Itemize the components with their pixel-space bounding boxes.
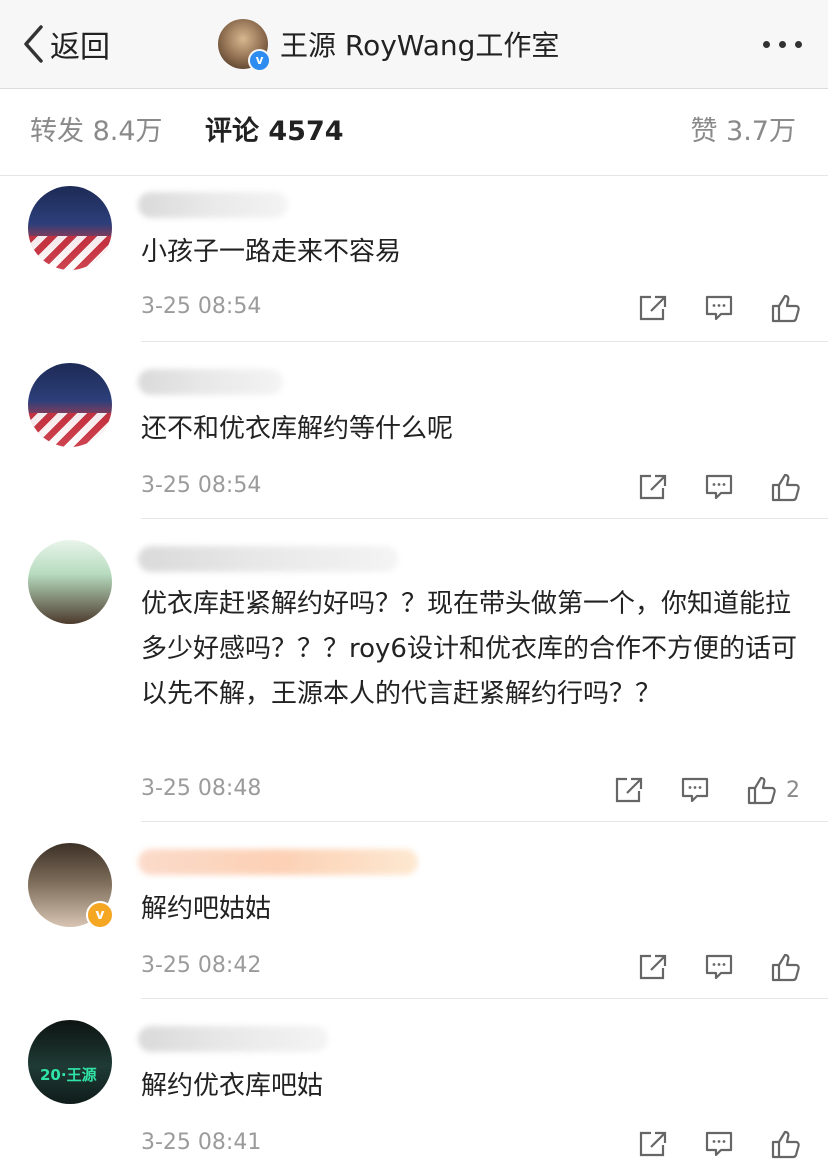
comment-icon[interactable] xyxy=(704,294,734,322)
comment-time: 3-25 08:54 xyxy=(141,294,262,319)
thumbs-up-icon xyxy=(747,776,776,805)
thumbs-up-icon xyxy=(771,294,800,323)
share-icon[interactable] xyxy=(638,1130,668,1158)
comment-actions: 2 xyxy=(614,772,800,808)
comment-actions xyxy=(638,290,800,326)
comment-time: 3-25 08:41 xyxy=(141,1130,262,1155)
comment-icon[interactable] xyxy=(704,1130,734,1158)
more-options-button[interactable] xyxy=(763,34,802,54)
comment-icon[interactable] xyxy=(704,953,734,981)
comment-text: 解约吧姑姑 xyxy=(141,894,272,924)
username-blurred[interactable] xyxy=(138,546,398,572)
comment-text: 解约优衣库吧姑 xyxy=(141,1071,324,1101)
divider xyxy=(141,341,828,342)
avatar-image xyxy=(28,186,112,270)
tab-comments[interactable]: 评论 4574 xyxy=(205,89,344,175)
list-item: 20·王源 解约优衣库吧姑 3-25 08:41 xyxy=(0,1000,828,1165)
divider xyxy=(141,998,828,999)
more-dot-icon xyxy=(763,40,770,48)
avatar[interactable] xyxy=(28,186,112,270)
avatar[interactable] xyxy=(28,363,112,447)
username-blurred[interactable] xyxy=(138,192,288,218)
tab-bar: 转发 8.4万 评论 4574 赞 3.7万 xyxy=(0,89,828,176)
avatar-image: 20·王源 xyxy=(28,1020,112,1104)
comment-time: 3-25 08:42 xyxy=(141,953,262,978)
thumbs-up-icon xyxy=(771,1130,800,1159)
comment-text: 小孩子一路走来不容易 xyxy=(141,237,402,267)
share-icon[interactable] xyxy=(638,473,668,501)
list-item: 还不和优衣库解约等什么呢 3-25 08:54 xyxy=(0,343,828,519)
username-blurred[interactable] xyxy=(138,1026,328,1052)
comment-time: 3-25 08:54 xyxy=(141,473,262,498)
back-label: 返回 xyxy=(50,30,110,65)
avatar[interactable]: v xyxy=(28,843,114,929)
thumbs-up-icon xyxy=(771,473,800,502)
chevron-left-icon xyxy=(24,25,43,63)
share-icon[interactable] xyxy=(614,776,644,804)
avatar-caption: 20·王源 xyxy=(40,1066,97,1084)
comment-icon[interactable] xyxy=(704,473,734,501)
comment-icon[interactable] xyxy=(680,776,710,804)
like-button[interactable] xyxy=(770,293,800,323)
username-blurred[interactable] xyxy=(138,369,283,395)
avatar-image xyxy=(28,363,112,447)
page-title: 王源 RoyWang工作室 xyxy=(280,29,560,62)
comment-time: 3-25 08:48 xyxy=(141,776,262,801)
like-button[interactable] xyxy=(770,472,800,502)
comment-actions xyxy=(638,469,800,505)
thumbs-up-icon xyxy=(771,953,800,982)
back-button[interactable]: 返回 xyxy=(22,22,110,66)
list-item: 优衣库赶紧解约好吗？？现在带头做第一个，你知道能拉多少好感吗？？？roy6设计和… xyxy=(0,520,828,822)
like-button[interactable] xyxy=(770,1129,800,1159)
tab-repost[interactable]: 转发 8.4万 xyxy=(30,89,163,175)
like-button[interactable]: 2 xyxy=(746,775,800,805)
divider xyxy=(141,821,828,822)
verified-badge-icon: v xyxy=(86,901,114,929)
tab-likes[interactable]: 赞 3.7万 xyxy=(690,89,796,175)
username-blurred[interactable] xyxy=(138,849,418,875)
avatar[interactable] xyxy=(28,540,112,624)
divider xyxy=(141,518,828,519)
like-count: 2 xyxy=(786,777,800,803)
share-icon[interactable] xyxy=(638,294,668,322)
comment-text: 优衣库赶紧解约好吗？？现在带头做第一个，你知道能拉多少好感吗？？？roy6设计和… xyxy=(141,589,797,709)
nav-title-group[interactable]: v 王源 RoyWang工作室 xyxy=(218,18,560,72)
avatar-image xyxy=(28,540,112,624)
studio-avatar: v xyxy=(218,19,271,72)
list-item: v 解约吧姑姑 3-25 08:42 xyxy=(0,823,828,999)
verified-badge-icon: v xyxy=(248,49,271,72)
more-dot-icon xyxy=(795,40,802,48)
share-icon[interactable] xyxy=(638,953,668,981)
comment-text: 还不和优衣库解约等什么呢 xyxy=(141,414,454,444)
more-dot-icon xyxy=(779,40,786,48)
comment-actions xyxy=(638,949,800,985)
avatar[interactable]: 20·王源 xyxy=(28,1020,112,1104)
list-item: 小孩子一路走来不容易 3-25 08:54 xyxy=(0,176,828,342)
comment-actions xyxy=(638,1126,800,1162)
navigation-bar: 返回 v 王源 RoyWang工作室 xyxy=(0,0,828,89)
like-button[interactable] xyxy=(770,952,800,982)
